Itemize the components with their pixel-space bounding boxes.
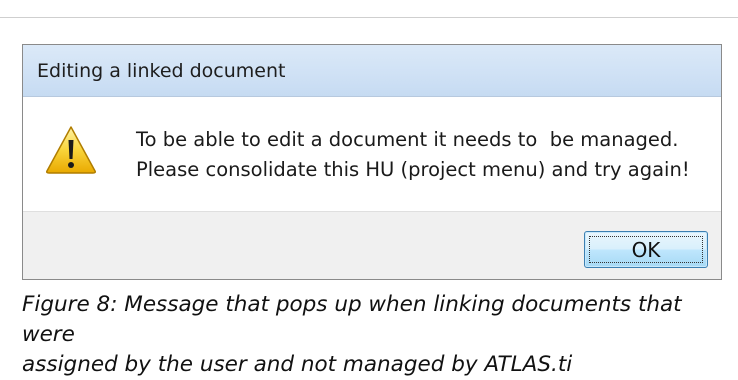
page-divider [0,17,738,18]
dialog-titlebar[interactable]: Editing a linked document [23,45,721,97]
dialog-title: Editing a linked document [37,60,286,82]
warning-icon [46,126,96,174]
dialog-message: To be able to edit a document it needs t… [136,125,690,185]
caption-line-1: Figure 8: Message that pops up when link… [22,292,682,347]
message-dialog: Editing a linked document To be able to … [22,44,722,280]
dialog-content: To be able to edit a document it needs t… [23,97,721,211]
caption-line-2: assigned by the user and not managed by … [22,352,573,377]
dialog-footer: OK [23,211,721,279]
figure-caption: Figure 8: Message that pops up when link… [22,290,722,380]
message-line-1: To be able to edit a document it needs t… [136,128,679,151]
ok-button[interactable]: OK [584,231,708,268]
message-line-2: Please consolidate this HU (project menu… [136,158,690,181]
